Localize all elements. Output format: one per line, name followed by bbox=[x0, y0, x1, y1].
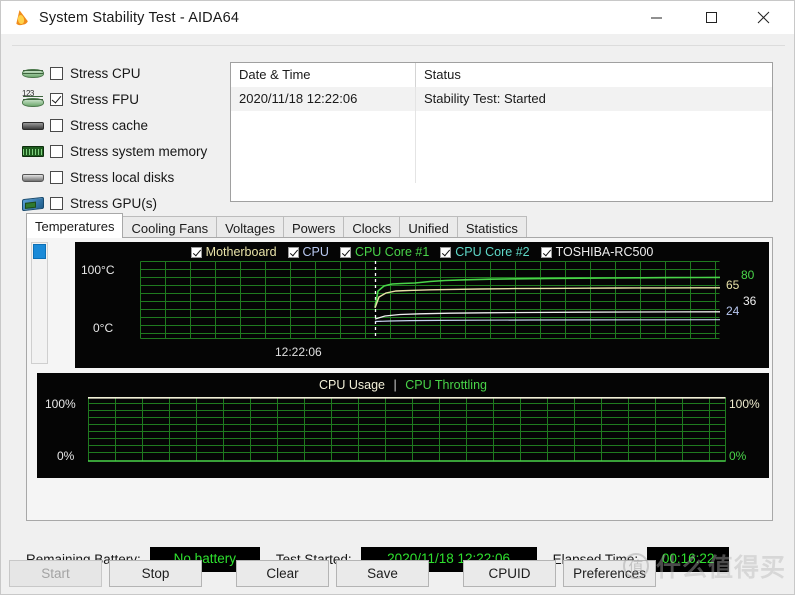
button-bar: Start Stop Clear Save CPUID Preferences bbox=[1, 550, 794, 594]
cpu-usage-plot bbox=[88, 397, 726, 462]
window-title: System Stability Test - AIDA64 bbox=[39, 9, 240, 26]
temp-axis-tick-bottom: 0°C bbox=[93, 321, 114, 335]
legend-checkbox-cpu[interactable] bbox=[287, 246, 299, 258]
title-bar: System Stability Test - AIDA64 bbox=[1, 1, 794, 34]
column-header-status[interactable]: Status bbox=[416, 63, 772, 87]
cpu-usage-chart: CPU Usage | CPU Throttling 100% 0% 100% … bbox=[37, 373, 769, 478]
stress-option-disks[interactable]: Stress local disks bbox=[22, 166, 232, 189]
cpuid-button[interactable]: CPUID bbox=[463, 560, 556, 587]
stop-button[interactable]: Stop bbox=[109, 560, 202, 587]
tab-temperatures[interactable]: Temperatures bbox=[26, 213, 124, 238]
tab-unified[interactable]: Unified bbox=[399, 216, 458, 238]
graph-tabs: Temperatures Cooling Fans Voltages Power… bbox=[26, 213, 527, 238]
legend-label-cpu-core-2: CPU Core #2 bbox=[455, 245, 530, 259]
stress-cache-checkbox[interactable] bbox=[50, 119, 63, 132]
stress-option-fpu[interactable]: 123 Stress FPU bbox=[22, 88, 232, 111]
legend-item-cpu-core-1[interactable]: CPU Core #1 bbox=[339, 245, 430, 259]
temp-value-label-toshiba: 36 bbox=[743, 294, 757, 308]
cpu-throttling-legend-label: CPU Throttling bbox=[405, 378, 487, 392]
stress-memory-checkbox[interactable] bbox=[50, 145, 63, 158]
legend-item-cpu[interactable]: CPU bbox=[287, 245, 329, 259]
tab-voltages[interactable]: Voltages bbox=[216, 216, 284, 238]
legend-checkbox-toshiba-rc500[interactable] bbox=[540, 246, 552, 258]
table-row[interactable]: 2020/11/18 12:22:06 Stability Test: Star… bbox=[231, 87, 772, 111]
cell-status: Stability Test: Started bbox=[424, 91, 546, 106]
temp-value-label-motherboard: 65 bbox=[726, 278, 740, 292]
temp-value-label-cpu-core-1: 80 bbox=[741, 268, 755, 282]
tab-statistics[interactable]: Statistics bbox=[456, 216, 527, 238]
temperature-chart: Motherboard CPU CPU Core #1 CPU Core #2 bbox=[75, 242, 769, 368]
stress-disks-checkbox[interactable] bbox=[50, 171, 63, 184]
save-button[interactable]: Save bbox=[336, 560, 429, 587]
aida64-stability-test-window: System Stability Test - AIDA64 Stress CP… bbox=[0, 0, 795, 595]
stress-cpu-checkbox[interactable] bbox=[50, 67, 63, 80]
column-header-datetime[interactable]: Date & Time bbox=[231, 63, 416, 87]
legend-label-toshiba-rc500: TOSHIBA-RC500 bbox=[555, 245, 654, 259]
stress-option-memory[interactable]: Stress system memory bbox=[22, 140, 232, 163]
temp-value-label-cpu: 24 bbox=[726, 304, 740, 318]
stress-fpu-label: Stress FPU bbox=[70, 92, 140, 107]
maximize-button[interactable] bbox=[688, 1, 734, 33]
stress-gpu-label: Stress GPU(s) bbox=[70, 196, 158, 211]
legend-label-cpu-core-1: CPU Core #1 bbox=[354, 245, 430, 259]
graph-pane: Motherboard CPU CPU Core #1 CPU Core #2 bbox=[26, 237, 773, 521]
main-content: Stress CPU 123 Stress FPU Stress cache S… bbox=[12, 45, 785, 572]
temperature-legend: Motherboard CPU CPU Core #1 CPU Core #2 bbox=[75, 245, 769, 259]
clear-button[interactable]: Clear bbox=[236, 560, 329, 587]
event-log-table[interactable]: Date & Time Status 2020/11/18 12:22:06 S… bbox=[230, 62, 773, 202]
table-empty-row bbox=[231, 135, 772, 159]
temp-axis-time-annotation: 12:22:06 bbox=[275, 345, 322, 359]
gpu-icon bbox=[22, 195, 44, 212]
temperature-plot bbox=[140, 261, 720, 339]
fpu-icon: 123 bbox=[22, 89, 44, 108]
memory-icon bbox=[22, 143, 44, 160]
legend-checkbox-cpu-core-2[interactable] bbox=[440, 246, 452, 258]
table-empty-row bbox=[231, 111, 772, 135]
stress-option-cpu[interactable]: Stress CPU bbox=[22, 62, 232, 85]
legend-label-cpu: CPU bbox=[302, 245, 329, 259]
legend-label-motherboard: Motherboard bbox=[205, 245, 277, 259]
stress-disks-label: Stress local disks bbox=[70, 170, 175, 185]
scrollbar-thumb[interactable] bbox=[33, 244, 46, 259]
legend-checkbox-motherboard[interactable] bbox=[190, 246, 202, 258]
usage-axis-tick-right-top: 100% bbox=[729, 397, 760, 411]
table-header-row: Date & Time Status bbox=[231, 63, 772, 87]
minimize-button[interactable] bbox=[633, 1, 679, 33]
cpu-usage-legend-label: CPU Usage bbox=[319, 378, 386, 392]
flame-icon bbox=[12, 8, 30, 27]
graph-scrollbar[interactable] bbox=[31, 242, 48, 364]
tab-clocks[interactable]: Clocks bbox=[343, 216, 401, 238]
tab-cooling-fans[interactable]: Cooling Fans bbox=[122, 216, 218, 238]
stress-option-cache[interactable]: Stress cache bbox=[22, 114, 232, 137]
usage-axis-tick-right-bottom: 0% bbox=[729, 449, 747, 463]
usage-axis-tick-left-bottom: 0% bbox=[57, 449, 75, 463]
start-button[interactable]: Start bbox=[9, 560, 102, 587]
legend-item-toshiba-rc500[interactable]: TOSHIBA-RC500 bbox=[540, 245, 654, 259]
temp-axis-tick-top: 100°C bbox=[81, 263, 115, 277]
disk-icon bbox=[22, 169, 44, 186]
cell-datetime: 2020/11/18 12:22:06 bbox=[231, 87, 416, 111]
stress-cpu-label: Stress CPU bbox=[70, 66, 141, 81]
stress-fpu-checkbox[interactable] bbox=[50, 93, 63, 106]
stress-memory-label: Stress system memory bbox=[70, 144, 208, 159]
table-empty-row bbox=[231, 159, 772, 183]
legend-item-cpu-core-2[interactable]: CPU Core #2 bbox=[440, 245, 530, 259]
close-button[interactable] bbox=[740, 1, 786, 33]
cpu-icon bbox=[22, 65, 44, 82]
legend-checkbox-cpu-core-1[interactable] bbox=[339, 246, 351, 258]
stress-gpu-checkbox[interactable] bbox=[50, 197, 63, 210]
cpu-usage-chart-title: CPU Usage | CPU Throttling bbox=[37, 378, 769, 392]
stress-cache-label: Stress cache bbox=[70, 118, 149, 133]
preferences-button[interactable]: Preferences bbox=[563, 560, 656, 587]
title-separator: | bbox=[393, 378, 397, 392]
stress-options-list: Stress CPU 123 Stress FPU Stress cache S… bbox=[22, 62, 232, 218]
tab-powers[interactable]: Powers bbox=[282, 216, 345, 238]
usage-axis-tick-left-top: 100% bbox=[45, 397, 76, 411]
cache-icon bbox=[22, 117, 44, 134]
legend-item-motherboard[interactable]: Motherboard bbox=[190, 245, 277, 259]
stress-option-gpu[interactable]: Stress GPU(s) bbox=[22, 192, 232, 215]
